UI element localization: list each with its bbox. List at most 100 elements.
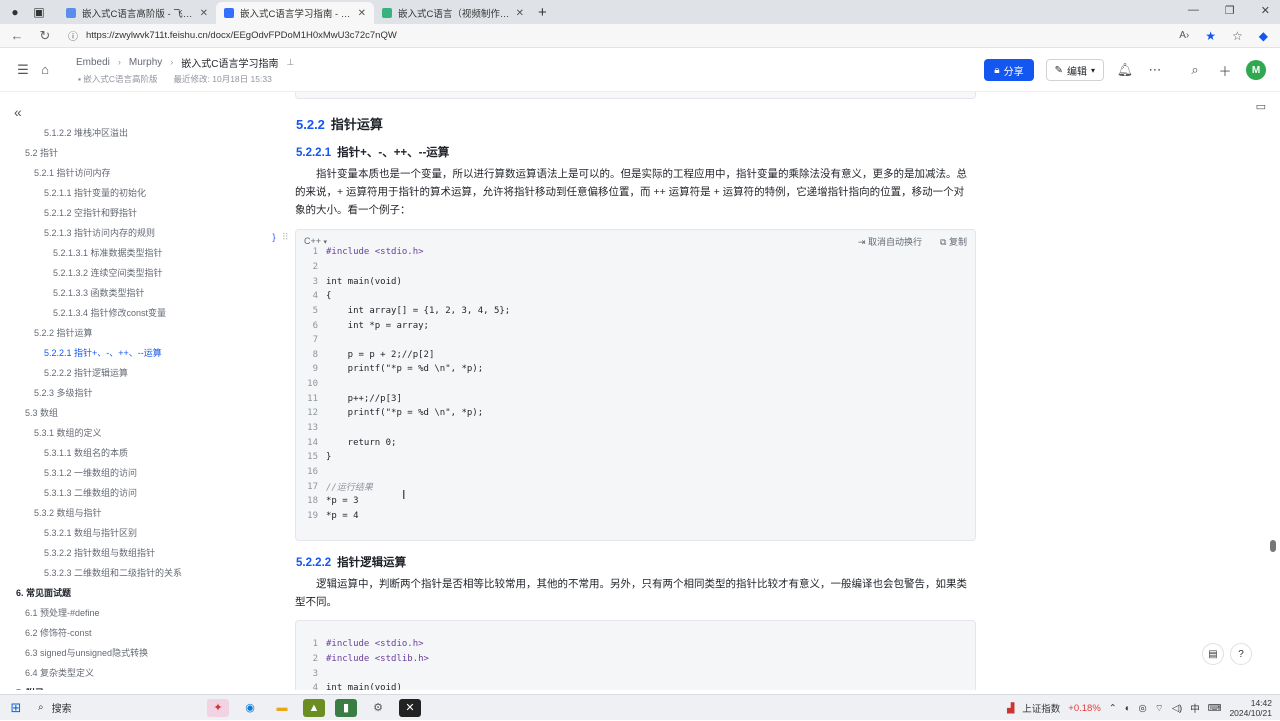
share-button[interactable]: 🔒︎ 分享 — [984, 59, 1034, 81]
browser-tab[interactable]: 嵌入式C语言（视频制作）- 飞书 ✕ — [374, 2, 532, 24]
clock[interactable]: 14:42 2024/10/21 — [1229, 698, 1272, 718]
wifi-icon[interactable]: ⌔ — [1155, 703, 1164, 714]
copilot-icon[interactable]: ◆ — [1259, 29, 1268, 43]
taskbar-search[interactable]: ⌕ 搜索 — [32, 700, 162, 715]
doc-assist-button[interactable]: ▤ — [1202, 643, 1224, 665]
search-icon[interactable]: ⌕ — [1186, 62, 1204, 78]
code-lines[interactable]: 1 #include <stdio.h> 2 3 int main(void) 4{5 i… — [296, 245, 510, 523]
maximize-icon[interactable]: ❐ — [1225, 4, 1235, 17]
terminal-icon[interactable]: ✕ — [399, 698, 421, 717]
more-icon[interactable]: ⋯ — [1146, 62, 1164, 78]
app-icon[interactable]: ⚙ — [367, 699, 389, 717]
show-hidden-icons-icon[interactable]: ⌃ — [1109, 703, 1117, 714]
toc-item[interactable]: 5.3.1.2 一维数组的访问 — [0, 462, 270, 482]
toc-item[interactable]: 5.2.1.2 空指针和野指针 — [0, 202, 270, 222]
copy-code-button[interactable]: ⧉ 复制 — [940, 235, 967, 248]
breadcrumb-item[interactable]: Murphy — [129, 57, 162, 68]
breadcrumb-item[interactable]: Embedi — [76, 57, 110, 68]
toc-item[interactable]: 5.3.2.1 数组与指针区别 — [0, 522, 270, 542]
toc-item[interactable]: 5.3 数组 — [0, 402, 270, 422]
toc-item[interactable]: 5.1.2.2 堆栈冲区溢出 — [0, 122, 270, 142]
toc-item[interactable]: 6.4 复杂类型定义 — [0, 662, 270, 682]
toc-item[interactable]: 5.2.1.3.2 连续空间类型指针 — [0, 262, 270, 282]
windows-start-icon[interactable]: ⊞ — [0, 700, 32, 716]
toc-item[interactable]: 5.2.1.3 指针访问内存的规则 — [0, 222, 270, 242]
toc-item[interactable]: 5.3.2 数组与指针 — [0, 502, 270, 522]
breadcrumb-current[interactable]: 嵌入式C语言学习指南 — [181, 55, 278, 70]
heading-5-2-2-1: 5.2.2.1 指针+、-、++、--运算 — [296, 147, 450, 159]
browser-tab[interactable]: 嵌入式C语言高阶版 - 飞书云文档 ✕ — [58, 2, 216, 24]
code-block-icon[interactable]: { } — [270, 232, 276, 242]
line-number: 7 — [312, 335, 318, 346]
add-icon[interactable]: ＋ — [1216, 61, 1234, 80]
tab-actions-icon[interactable]: ▣ — [32, 5, 46, 19]
reload-icon[interactable]: ↻ — [34, 28, 56, 44]
app-icon[interactable]: ▲ — [303, 698, 325, 717]
toc-item[interactable]: 5.2.1.3.4 指针修改const变量 — [0, 302, 270, 322]
ime-indicator[interactable]: 中 — [1190, 701, 1200, 715]
toc-item[interactable]: 6.3 signed与unsigned隐式转换 — [0, 642, 270, 662]
pin-icon[interactable]: ⊥ — [287, 57, 295, 68]
stock-name[interactable]: 上证指数 — [1022, 701, 1060, 715]
back-icon[interactable]: ← — [6, 28, 28, 43]
minimize-icon[interactable]: — — [1188, 4, 1199, 17]
toc-item[interactable]: 6. 常见面试题 — [0, 582, 270, 602]
toc-item[interactable]: 5.3.1.1 数组名的本质 — [0, 442, 270, 462]
code-text: printf("*p = %d \n", *p); — [326, 364, 484, 375]
edit-mode-button[interactable]: ✎ 编辑 ▾ — [1045, 59, 1104, 81]
toc-item[interactable]: 5.2.1 指针访问内存 — [0, 162, 270, 182]
favorite-star-icon[interactable]: ★ — [1205, 29, 1216, 43]
comment-icon[interactable]: ▭ — [1256, 100, 1266, 113]
new-tab-button[interactable]: + — [538, 4, 547, 21]
close-window-icon[interactable]: ✕ — [1261, 4, 1270, 17]
toc-item[interactable]: 5.2 指针 — [0, 142, 270, 162]
code-lines[interactable]: 1 #include <stdio.h> 2 #include <stdlib.h> 3… — [296, 637, 429, 690]
close-tab-icon[interactable]: ✕ — [200, 8, 208, 19]
keyboard-icon[interactable]: ⌨ — [1208, 703, 1222, 714]
widgets-app-icon[interactable]: ✦ — [207, 698, 229, 717]
url-field[interactable]: ⓘ https://zwylwvk711t.feishu.cn/docx/EEg… — [68, 27, 1179, 45]
site-info-icon[interactable]: ⓘ — [68, 28, 78, 43]
avatar[interactable]: M — [1246, 60, 1266, 80]
toggle-sidebar-icon[interactable]: ☰ — [12, 62, 34, 78]
toc-item[interactable]: 5.3.2.2 指针数组与数组指针 — [0, 542, 270, 562]
toc-item[interactable]: 5.2.2.1 指针+、-、++、--运算 — [0, 342, 270, 362]
toc-item[interactable]: 5.2.1.3.1 标准数据类型指针 — [0, 242, 270, 262]
toc-item[interactable]: 5.3.2.3 二维数组和二级指针的关系 — [0, 562, 270, 582]
profile-icon[interactable]: ● — [8, 5, 22, 19]
toc-item[interactable]: 5.2.1.3.3 函数类型指针 — [0, 282, 270, 302]
line-number: 13 — [307, 423, 318, 433]
line-number: 1 — [312, 639, 318, 650]
toc-item[interactable]: 5.3.1.3 二维数组的访问 — [0, 482, 270, 502]
line-number: 4 — [312, 683, 318, 690]
toc-item[interactable]: 6.1 预处理-#define — [0, 602, 270, 622]
favorites-icon[interactable]: ☆ — [1232, 29, 1243, 43]
close-tab-icon[interactable]: ✕ — [358, 8, 366, 19]
read-aloud-icon[interactable]: A› — [1179, 30, 1189, 41]
notification-bell-icon[interactable]: 🔔︎ — [1116, 62, 1134, 78]
file-explorer-icon[interactable]: ▬ — [271, 699, 293, 717]
collapse-toc-icon[interactable]: « — [14, 104, 22, 120]
toc-item[interactable]: 5.3.1 数组的定义 — [0, 422, 270, 442]
home-icon[interactable]: ⌂ — [34, 62, 56, 77]
edge-browser-icon[interactable]: ◉ — [239, 699, 261, 717]
parent-doc-label[interactable]: ▪ 嵌入式C语言高阶版 — [78, 73, 158, 85]
toggle-wrap-button[interactable]: ⇥ 取消自动换行 — [858, 235, 922, 248]
toc-item[interactable]: 6.2 修饰符-const — [0, 622, 270, 642]
toc-item[interactable]: 7. 附录 — [0, 682, 270, 691]
line-number: 3 — [312, 276, 318, 287]
browser-tab[interactable]: 嵌入式C语言学习指南 - 飞书云文 ✕ — [216, 2, 374, 24]
app-icon[interactable]: ▮ — [335, 698, 357, 717]
help-button[interactable]: ? — [1230, 643, 1252, 665]
tray-app-icon[interactable]: ◐ — [1125, 703, 1131, 714]
volume-icon[interactable]: ◁) — [1172, 703, 1182, 714]
scrollbar-thumb[interactable] — [1270, 540, 1276, 552]
toc-item[interactable]: 5.2.1.1 指针变量的初始化 — [0, 182, 270, 202]
toc-item[interactable]: 5.2.2.2 指针逻辑运算 — [0, 362, 270, 382]
toc-item[interactable]: 5.2.2 指针运算 — [0, 322, 270, 342]
tray-app-icon[interactable]: ◎ — [1139, 703, 1147, 714]
line-number: 12 — [307, 408, 318, 419]
toc-item[interactable]: 5.2.3 多级指针 — [0, 382, 270, 402]
close-tab-icon[interactable]: ✕ — [516, 8, 524, 19]
drag-handle-icon[interactable]: ⠿ — [282, 232, 289, 243]
